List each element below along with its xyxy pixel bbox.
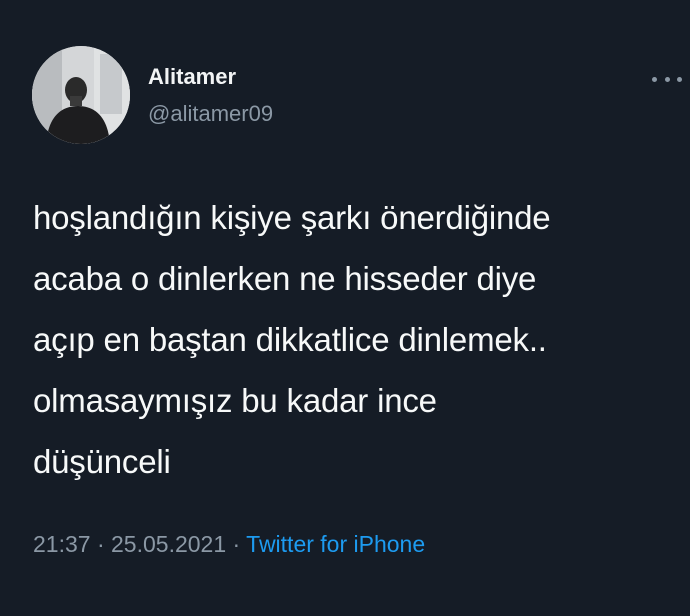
more-horizontal-icon — [652, 76, 657, 82]
tweet-time[interactable]: 21:37 — [33, 531, 91, 557]
more-horizontal-icon — [664, 76, 670, 82]
meta-separator: · — [232, 531, 247, 557]
tweet-metadata: 21:37 · 25.05.2021 · Twitter for iPhone — [33, 531, 425, 558]
more-horizontal-icon — [677, 76, 682, 82]
more-options-button[interactable] — [652, 70, 682, 88]
tweet-text: hoşlandığın kişiye şarkı önerdiğinde aca… — [33, 187, 673, 492]
tweet-source-link[interactable]: Twitter for iPhone — [246, 531, 425, 557]
tweet-text-line: olmasaymışız bu kadar ince — [33, 382, 437, 419]
tweet-text-line: acaba o dinlerken ne hisseder diye — [33, 260, 537, 297]
avatar[interactable] — [32, 46, 130, 144]
author-display-name[interactable]: Alitamer — [148, 64, 236, 90]
tweet-date[interactable]: 25.05.2021 — [111, 531, 226, 557]
profile-photo-icon — [32, 46, 130, 144]
meta-separator: · — [96, 531, 112, 557]
tweet-text-line: düşünceli — [33, 443, 171, 480]
tweet-card: Alitamer @alitamer09 hoşlandığın kişiye … — [0, 0, 690, 616]
tweet-text-line: hoşlandığın kişiye şarkı önerdiğinde — [33, 199, 551, 236]
author-handle[interactable]: @alitamer09 — [148, 101, 273, 127]
tweet-text-line: açıp en baştan dikkatlice dinlemek.. — [33, 321, 547, 358]
